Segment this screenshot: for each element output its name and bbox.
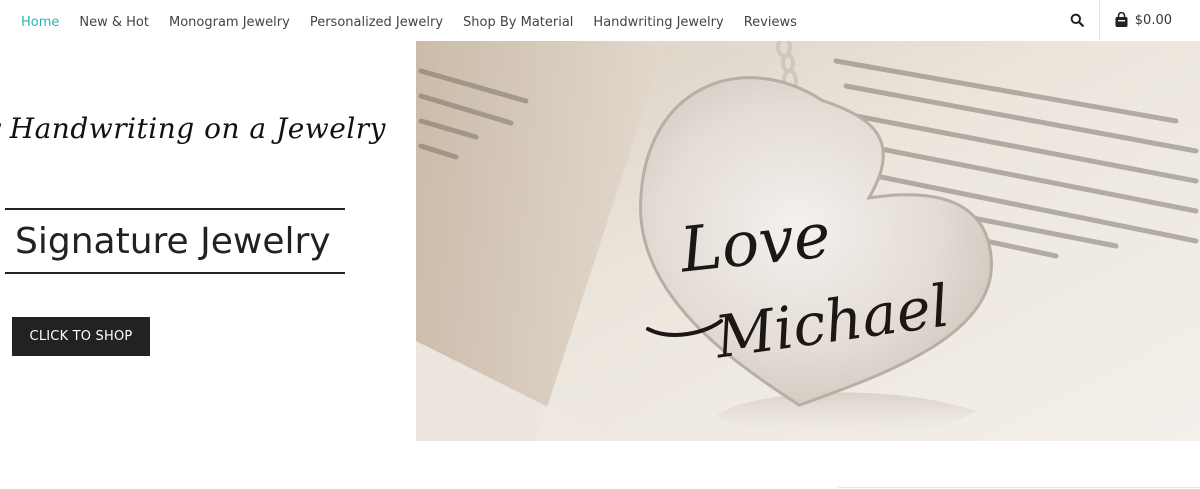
top-navigation: Home New & Hot Monogram Jewelry Personal… [0,0,1200,40]
hero-tagline: r Handwriting on a Jewelry [0,112,386,145]
nav-item-handwriting-jewelry: Handwriting Jewelry [593,11,723,30]
nav-link-reviews[interactable]: Reviews [744,15,797,30]
main-menu: Home New & Hot Monogram Jewelry Personal… [21,0,797,40]
nav-link-personalized-jewelry[interactable]: Personalized Jewelry [310,15,443,30]
cart-button[interactable]: $0.00 [1100,0,1200,40]
nav-item-personalized-jewelry: Personalized Jewelry [310,11,443,30]
section-divider [838,487,1200,488]
nav-tools: $0.00 [1055,0,1200,40]
nav-link-monogram-jewelry[interactable]: Monogram Jewelry [169,15,290,30]
nav-item-new-hot: New & Hot [79,11,149,30]
heart-pendant-image: Love Michael [416,41,1200,441]
page: Home New & Hot Monogram Jewelry Personal… [0,0,1200,489]
nav-link-handwriting-jewelry[interactable]: Handwriting Jewelry [593,15,723,30]
shopping-bag-icon [1115,12,1128,27]
search-button[interactable] [1055,0,1099,40]
cart-total: $0.00 [1134,12,1172,28]
nav-link-shop-by-material[interactable]: Shop By Material [463,15,573,30]
nav-item-monogram-jewelry: Monogram Jewelry [169,11,290,30]
hero-title: Signature Jewelry [15,220,331,262]
nav-link-home[interactable]: Home [21,15,59,30]
click-to-shop-button[interactable]: CLICK TO SHOP [12,317,150,356]
hero-banner-image[interactable]: Love Michael [416,41,1200,441]
nav-item-shop-by-material: Shop By Material [463,11,573,30]
nav-item-reviews: Reviews [744,11,797,30]
nav-item-home: Home [21,11,59,30]
nav-link-new-hot[interactable]: New & Hot [79,15,149,30]
search-icon [1070,13,1084,27]
hero-title-frame: Signature Jewelry [5,208,345,274]
